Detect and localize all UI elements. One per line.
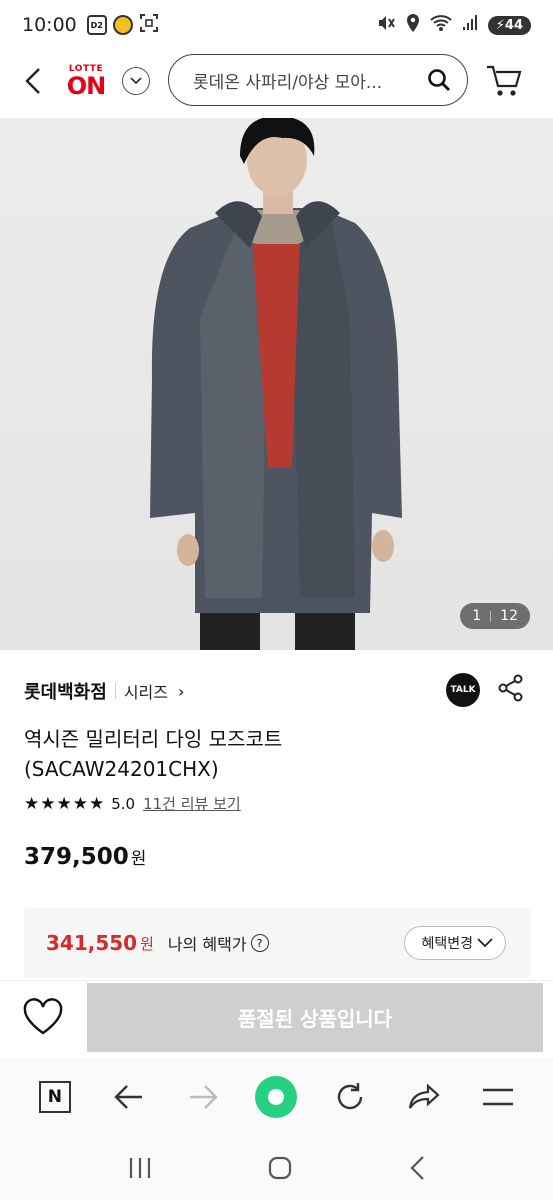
product-title: 역시즌 밀리터리 다잉 모즈코트 (SACAW24201CHX) — [24, 724, 504, 784]
hamburger-icon — [482, 1088, 513, 1106]
browser-back-button[interactable] — [105, 1073, 153, 1121]
system-back-icon[interactable] — [408, 1155, 426, 1181]
series-link[interactable]: 시리즈 — [124, 679, 168, 703]
arrow-left-icon — [114, 1085, 142, 1109]
cart-icon[interactable] — [486, 64, 522, 98]
price-value: 379,500 — [24, 844, 129, 870]
search-input[interactable]: 롯데온 사파리/야상 모아... — [168, 54, 468, 106]
status-bar: 10:00 D2 ⚡44 — [0, 0, 553, 50]
brand-name[interactable]: 롯데백화점 — [24, 678, 107, 704]
rating-value: 5.0 — [111, 794, 136, 813]
status-left-icons: D2 — [86, 13, 159, 37]
naver-n-icon: N — [38, 1081, 71, 1113]
status-right-icons: ⚡44 — [376, 13, 531, 37]
counter-divider — [490, 610, 492, 622]
product-title-line2: (SACAW24201CHX) — [24, 757, 219, 781]
talk-label: TALK — [450, 685, 476, 695]
chevron-down-icon — [130, 77, 142, 85]
soldout-button[interactable]: 품절된 상품입니다 — [87, 983, 543, 1052]
chevron-down-icon — [477, 938, 493, 948]
search-placeholder: 롯데온 사파리/야상 모아... — [193, 72, 383, 93]
refresh-button[interactable] — [326, 1073, 374, 1121]
battery-level: 44 — [504, 17, 523, 33]
benefit-price-unit: 원 — [140, 934, 154, 953]
review-link[interactable]: 11건 리뷰 보기 — [143, 793, 241, 814]
naver-home-button[interactable]: N — [31, 1073, 79, 1121]
signal-icon — [461, 14, 479, 36]
share-icon[interactable] — [498, 674, 524, 702]
screenshot-icon — [139, 13, 159, 37]
green-dot-button[interactable] — [252, 1073, 300, 1121]
product-image[interactable]: 1 12 — [0, 118, 553, 650]
logo-dropdown-button[interactable] — [122, 67, 150, 95]
chevron-left-icon — [25, 68, 40, 94]
series-arrow-icon[interactable]: › — [178, 682, 184, 701]
app-header: LOTTE ON 롯데온 사파리/야상 모아... — [0, 50, 553, 112]
home-icon[interactable] — [267, 1155, 293, 1181]
search-icon[interactable] — [427, 68, 451, 92]
heart-icon[interactable] — [22, 997, 64, 1037]
rating-row: ★★★★★ 5.0 11건 리뷰 보기 — [24, 793, 241, 814]
share-arrow-icon — [409, 1083, 440, 1109]
image-current-index: 1 — [472, 608, 482, 624]
recent-apps-icon[interactable] — [127, 1156, 153, 1180]
browser-toolbar: N — [0, 1058, 553, 1136]
wifi-icon — [430, 13, 452, 37]
share-page-button[interactable] — [400, 1073, 448, 1121]
battery-indicator: ⚡44 — [487, 15, 531, 35]
help-icon[interactable]: ? — [250, 934, 269, 952]
image-total-count: 12 — [500, 608, 518, 624]
back-button[interactable] — [8, 56, 58, 106]
talk-chat-button[interactable]: TALK — [446, 673, 480, 707]
menu-button[interactable] — [474, 1073, 522, 1121]
system-navigation — [0, 1136, 553, 1200]
benefit-change-button[interactable]: 혜택변경 — [404, 926, 506, 960]
model-coat-illustration — [150, 118, 402, 650]
brand-row: 롯데백화점 시리즈 › TALK — [24, 673, 530, 707]
status-time: 10:00 — [22, 14, 77, 36]
rating-stars: ★★★★★ — [24, 793, 106, 814]
image-counter: 1 12 — [460, 603, 530, 629]
purchase-action-bar: 품절된 상품입니다 — [0, 980, 553, 1054]
lotte-on-logo[interactable]: LOTTE ON — [62, 64, 110, 100]
soldout-label: 품절된 상품입니다 — [237, 1007, 393, 1031]
arrow-right-icon — [189, 1085, 218, 1109]
benefit-label: 나의 혜택가 — [167, 935, 247, 954]
d2-badge-icon: D2 — [86, 15, 107, 35]
benefit-change-label: 혜택변경 — [421, 936, 473, 952]
price-unit: 원 — [130, 849, 147, 869]
browser-forward-button[interactable] — [179, 1073, 227, 1121]
price-row: 379,500 원 — [24, 844, 146, 870]
green-dot-icon — [255, 1076, 298, 1118]
benefit-price-value: 341,550 — [46, 931, 138, 955]
benefit-price-box: 341,550 원 나의 혜택가 ? 혜택변경 — [24, 908, 530, 978]
app-notification-icon — [112, 15, 133, 35]
location-icon — [405, 13, 421, 37]
refresh-icon — [338, 1083, 363, 1110]
product-title-line1: 역시즌 밀리터리 다잉 모즈코트 — [24, 727, 283, 751]
brand-divider — [114, 683, 116, 699]
logo-main-text: ON — [66, 71, 107, 100]
mute-icon — [376, 13, 396, 37]
